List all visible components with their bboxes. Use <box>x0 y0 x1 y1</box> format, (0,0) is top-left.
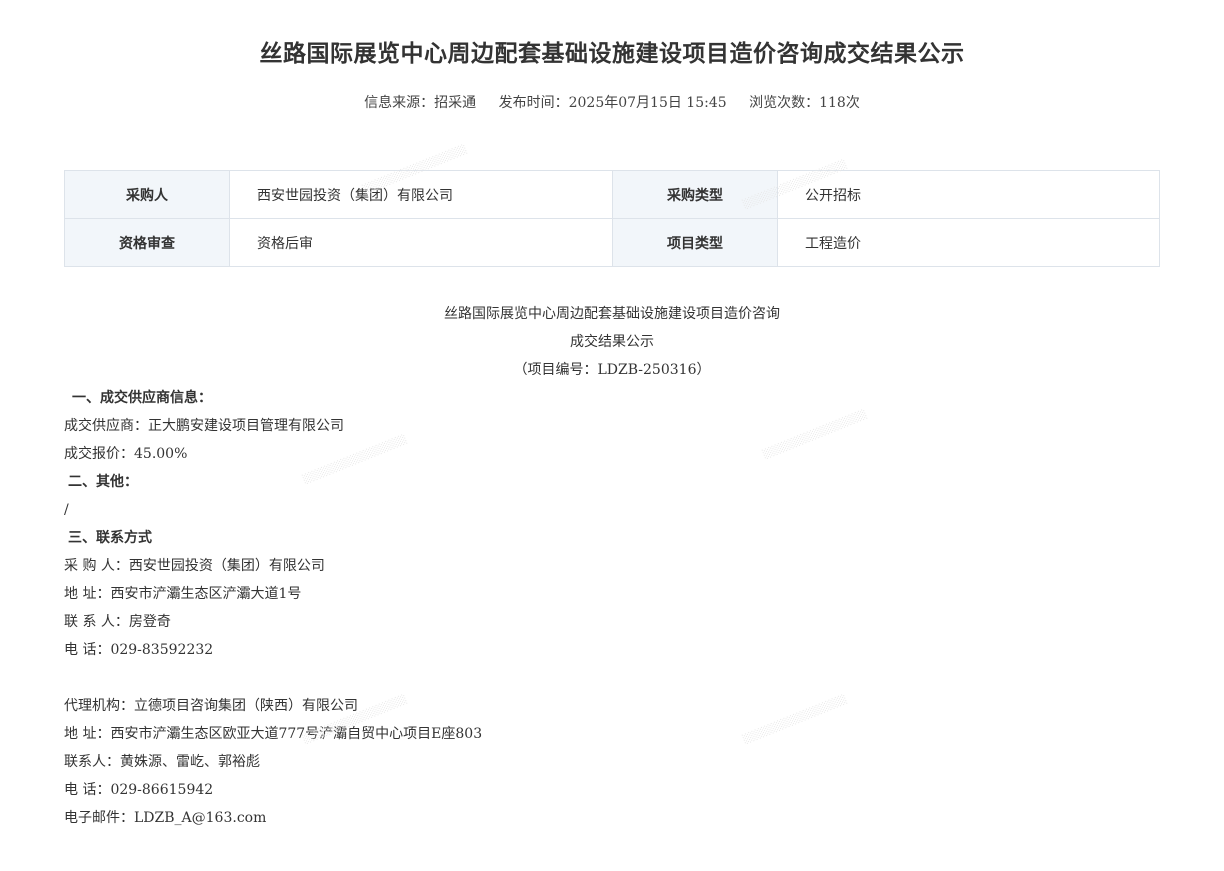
section-contact-title: 三、联系方式 <box>68 530 152 546</box>
buyer-phone: 电 话：029-83592232 <box>64 642 214 658</box>
meta-line: 信息来源：招采通 发布时间：2025年07月15日 15:45 浏览次数：118… <box>0 92 1224 112</box>
table-row: 资格审查 资格后审 项目类型 工程造价 <box>64 218 1160 267</box>
project-type-label: 项目类型 <box>612 218 778 267</box>
agency-email: 电子邮件：LDZB_A@163.com <box>64 810 267 826</box>
section-other-title: 二、其他： <box>68 474 138 490</box>
agency-name: 代理机构：立德项目咨询集团（陕西）有限公司 <box>64 698 358 714</box>
body-heading-line1: 丝路国际展览中心周边配套基础设施建设项目造价咨询 <box>444 306 780 322</box>
view-count: 浏览次数：118次 <box>749 95 860 111</box>
purchase-type-label: 采购类型 <box>612 170 778 219</box>
info-source: 信息来源：招采通 <box>364 95 477 111</box>
supplier-name: 成交供应商：正大鹏安建设项目管理有限公司 <box>64 418 344 434</box>
buyer-contact: 联 系 人：房登奇 <box>64 614 171 630</box>
section-supplier-title: 一、成交供应商信息： <box>72 390 212 406</box>
qualification-label: 资格审查 <box>64 218 230 267</box>
buyer-address: 地 址：西安市浐灞生态区浐灞大道1号 <box>64 586 302 602</box>
publish-time: 发布时间：2025年07月15日 15:45 <box>498 95 727 111</box>
table-row: 采购人 西安世园投资（集团）有限公司 采购类型 公开招标 <box>64 170 1160 219</box>
project-number: （项目编号：LDZB-250316） <box>513 362 711 378</box>
purchase-type-value: 公开招标 <box>777 170 1160 219</box>
agency-phone: 电 话：029-86615942 <box>64 782 214 798</box>
announcement-body: 丝路国际展览中心周边配套基础设施建设项目造价咨询 成交结果公示 （项目编号：LD… <box>64 300 1160 832</box>
info-table: 采购人 西安世园投资（集团）有限公司 采购类型 公开招标 资格审查 资格后审 项… <box>64 170 1160 267</box>
qualification-value: 资格后审 <box>229 218 613 267</box>
purchaser-value: 西安世园投资（集团）有限公司 <box>229 170 613 219</box>
purchaser-label: 采购人 <box>64 170 230 219</box>
body-heading-line2: 成交结果公示 <box>570 334 654 350</box>
page-title: 丝路国际展览中心周边配套基础设施建设项目造价咨询成交结果公示 <box>259 40 965 67</box>
agency-contact: 联系人：黄姝源、雷屹、郭裕彪 <box>64 754 260 770</box>
agency-address: 地 址：西安市浐灞生态区欧亚大道777号浐灞自贸中心项目E座803 <box>64 726 483 742</box>
project-type-value: 工程造价 <box>777 218 1160 267</box>
other-content: / <box>64 502 69 518</box>
buyer-name: 采 购 人：西安世园投资（集团）有限公司 <box>64 558 325 574</box>
deal-price: 成交报价：45.00% <box>64 446 188 462</box>
